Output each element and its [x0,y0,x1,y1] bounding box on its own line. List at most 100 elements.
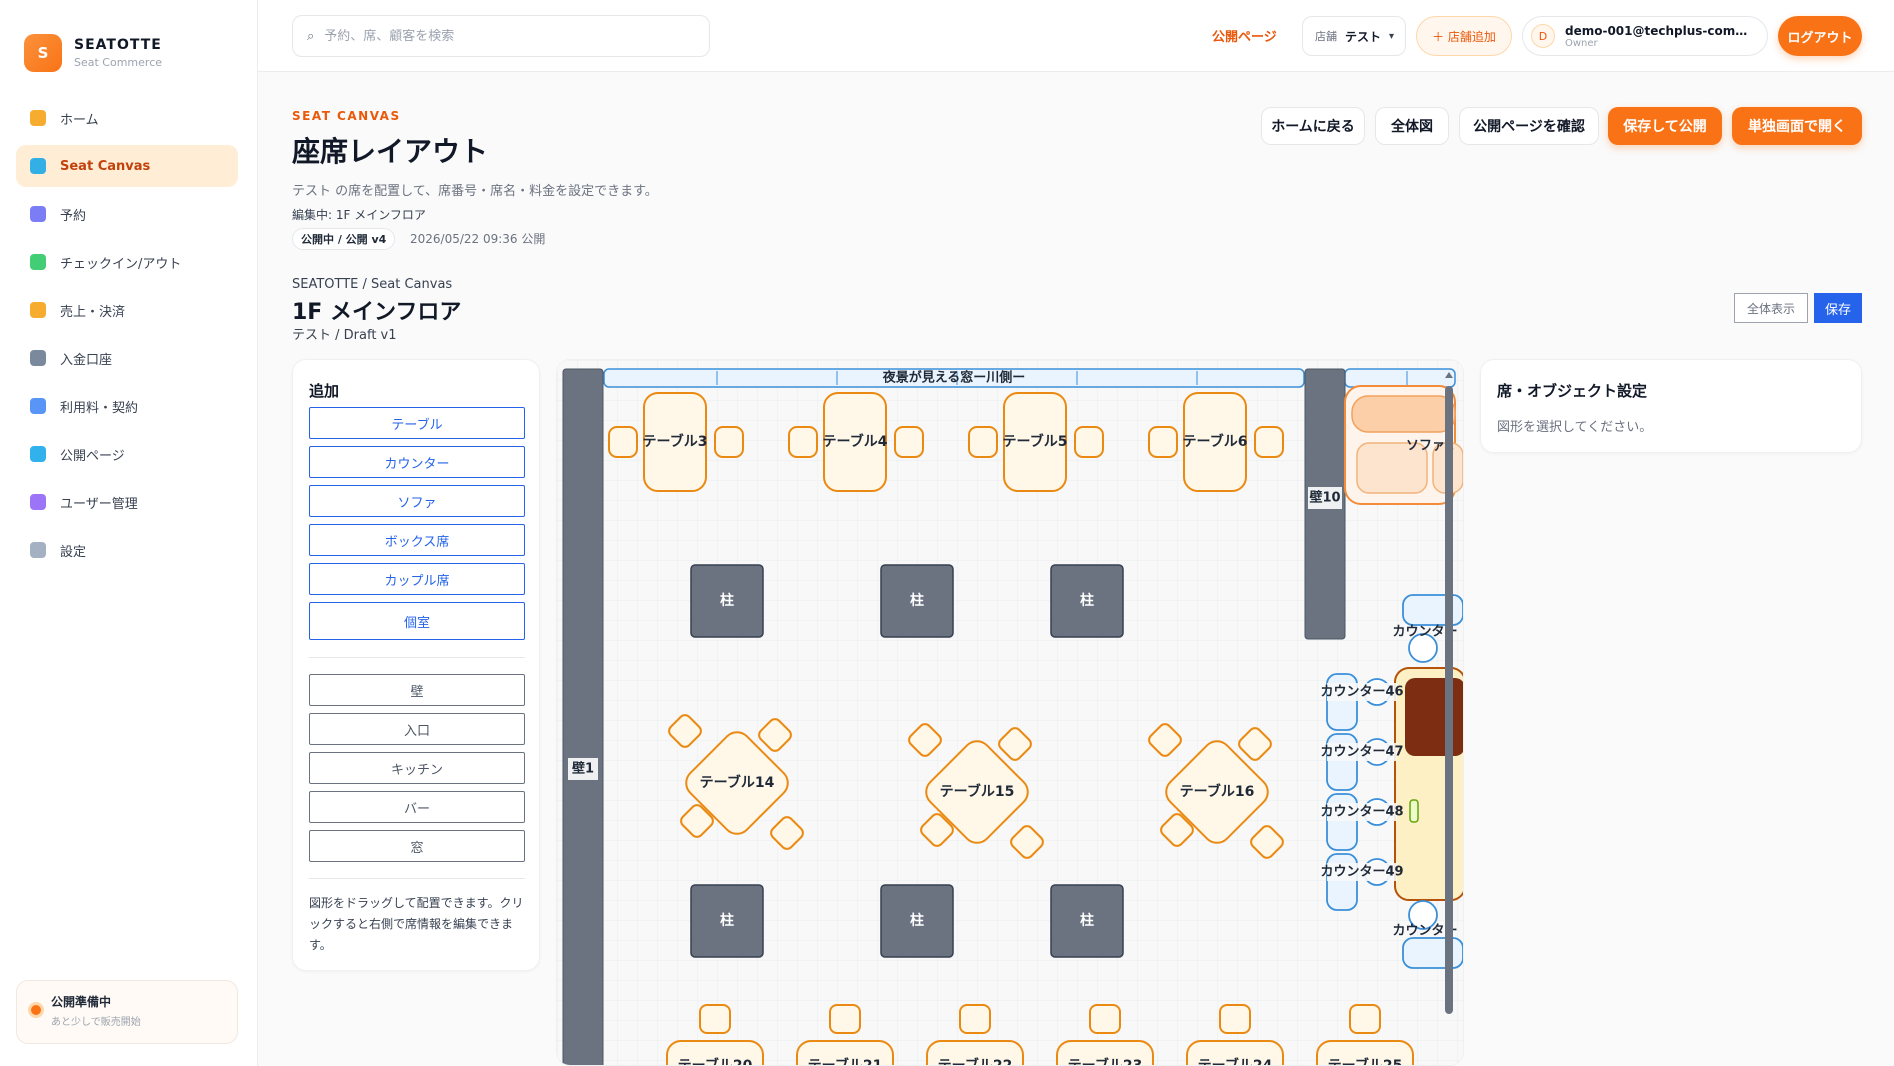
page-description: テスト の席を配置して、席番号・席名・料金を設定できます。 [292,184,658,199]
counter-seat[interactable] [1402,594,1463,626]
seat-canvas[interactable]: 夜景が見える窓ー川側ー 壁1 壁10 ソファ1 テーブル3 テーブル4 テーブル5 テーブル6… [556,359,1464,1066]
logout-button[interactable]: ログアウト [1778,16,1862,56]
chair[interactable] [959,1004,991,1034]
table-label: テーブル6 [1183,433,1248,450]
chair[interactable] [894,426,924,458]
status-dot [31,1005,41,1015]
user-menu[interactable]: D demo-001@techplus-company.co.jp Owner [1522,16,1768,56]
palette-seat-button[interactable]: ボックス席 [309,524,525,556]
counter-seat[interactable] [1402,937,1463,969]
wall-right-label: 壁10 [1309,490,1340,506]
sidebar-item[interactable]: ホーム [16,97,238,139]
sidebar-item[interactable]: Seat Canvas [16,145,238,187]
brand-subtitle: Seat Commerce [74,56,163,69]
search-icon: ⌕ [307,28,315,44]
chair[interactable] [699,1004,731,1034]
add-store-button[interactable]: ＋ 店舗追加 [1416,16,1512,56]
counter-seat[interactable] [1326,793,1358,851]
gear-icon [30,542,46,558]
sidebar-item[interactable]: チェックイン/アウト [16,241,238,283]
add-palette: 追加 図形をドラッグして配置できます。クリックすると右側で席情報を編集できます。… [292,359,540,971]
credit-card-icon [30,398,46,414]
palette-seat-button[interactable]: カウンター [309,446,525,478]
window-right[interactable] [1344,368,1456,388]
chair[interactable] [1254,426,1284,458]
chair[interactable] [788,426,818,458]
sidebar-item[interactable]: 利用料・契約 [16,385,238,427]
sidebar-item[interactable]: 公開ページ [16,433,238,475]
search-box[interactable]: ⌕ [292,15,710,57]
public-page-link[interactable]: 公開ページ [1212,26,1277,45]
home-button[interactable]: ホームに戻る [1261,107,1365,145]
page-title: 座席レイアウト [292,135,489,168]
overview-button[interactable]: 全体図 [1375,107,1449,145]
open-standalone-button[interactable]: 単独画面で開く [1732,107,1862,145]
chair[interactable] [1089,1004,1121,1034]
sidebar-item[interactable]: 売上・決済 [16,289,238,331]
chair[interactable] [1074,426,1104,458]
pillar-label: 柱 [1080,912,1094,929]
page-eyebrow: SEAT CANVAS [292,109,401,123]
store-select[interactable]: 店舗 テスト ▾ [1302,16,1406,56]
save-button[interactable]: 保存 [1814,293,1862,323]
palette-seat-button[interactable]: ソファ [309,485,525,517]
sidebar-item[interactable]: 入金口座 [16,337,238,379]
sidebar-nav: ホーム Seat Canvas 予約チェックイン/アウト売上・決済入金口座利用料・契… [16,97,238,577]
palette-seat-button[interactable]: 個室 [309,602,525,640]
properties-panel: 席・オブジェクト設定 図形を選択してください。 [1480,359,1862,453]
chair[interactable] [714,426,744,458]
chair[interactable] [1148,426,1178,458]
palette-object-button[interactable]: 窓 [309,830,525,862]
chair[interactable] [1349,1004,1381,1034]
money-bag-icon [30,302,46,318]
counter-seat[interactable] [1326,853,1358,911]
chair[interactable] [608,426,638,458]
counter-seat[interactable] [1326,733,1358,791]
sidebar-item-label: 予約 [60,208,87,224]
sidebar-item-label: ホーム [60,112,99,128]
search-input[interactable] [324,28,685,44]
palette-seat-button[interactable]: テーブル [309,407,525,439]
sidebar: S SEATOTTE Seat Commerce ホーム Seat Canvas 予… [0,0,258,1066]
sidebar-item-label: 公開ページ [60,448,125,464]
sidebar-item[interactable]: ユーザー管理 [16,481,238,523]
chair[interactable] [968,426,998,458]
check-public-button[interactable]: 公開ページを確認 [1459,107,1599,145]
palette-object-button[interactable]: バー [309,791,525,823]
scrollbar-thumb[interactable] [1445,386,1453,1014]
palette-object-button[interactable]: 壁 [309,674,525,706]
wall-left[interactable] [562,368,604,1066]
canvas-scrollbar[interactable] [1445,372,1453,1028]
sidebar-item-label: 利用料・契約 [60,400,139,416]
window-label: 夜景が見える窓ー川側ー [882,370,1026,386]
counter-label: カウンター46 [1320,685,1403,700]
sidebar-item[interactable]: 設定 [16,529,238,571]
sidebar-item[interactable]: 予約 [16,193,238,235]
chevron-down-icon: ▾ [1389,30,1395,42]
counter-label: カウンター49 [1320,865,1403,880]
canvas-svg[interactable]: 夜景が見える窓ー川側ー壁1壁10ソファ1テーブル3 テーブル4 テーブル5 テーブル6… [557,360,1464,1066]
brand[interactable]: S SEATOTTE Seat Commerce [24,34,162,72]
sidebar-item-label: チェックイン/アウト [60,256,182,272]
user-email: demo-001@techplus-company.co.jp [1565,23,1755,38]
table-label: テーブル24 [1198,1057,1273,1066]
user-role: Owner [1565,37,1598,49]
users-icon [30,494,46,510]
fit-view-button[interactable]: 全体表示 [1734,293,1808,323]
palette-object-button[interactable]: キッチン [309,752,525,784]
chair[interactable] [1219,1004,1251,1034]
counter-seat[interactable] [1326,673,1358,731]
palette-object-button[interactable]: 入口 [309,713,525,745]
sidebar-item-label: 入金口座 [60,352,113,368]
status-badge: 公開中 / 公開 v4 [292,228,396,250]
save-publish-button[interactable]: 保存して公開 [1608,107,1722,145]
table-label: テーブル14 [700,774,775,791]
palette-seat-button[interactable]: カップル席 [309,563,525,595]
table-label: テーブル4 [823,433,888,450]
scroll-up-icon[interactable] [1445,372,1453,378]
palette-divider [309,878,525,879]
floor-subtitle: テスト / Draft v1 [292,328,397,343]
table-label: テーブル3 [643,433,708,450]
chair[interactable] [829,1004,861,1034]
brand-name: SEATOTTE [74,37,162,53]
